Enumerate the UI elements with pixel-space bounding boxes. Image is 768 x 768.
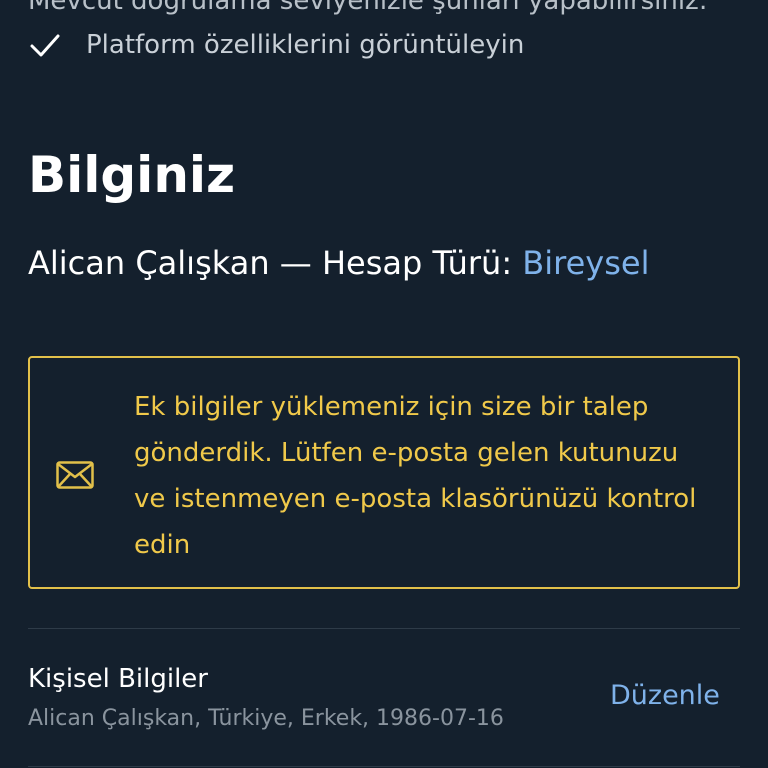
check-icon — [30, 34, 60, 57]
notice-box: Ek bilgiler yüklemeniz için size bir tal… — [28, 356, 740, 589]
notice-message: Ek bilgiler yüklemeniz için size bir tal… — [134, 392, 697, 560]
personal-info-summary: Alican Çalışkan, Türkiye, Erkek, 1986-07… — [28, 706, 504, 731]
account-type: Bireysel — [522, 244, 650, 282]
feature-label: Platform özelliklerini görüntüleyin — [86, 30, 525, 60]
account-line: Alican Çalışkan — Hesap Türü: Bireysel — [28, 244, 649, 282]
account-name: Alican Çalışkan — Hesap Türü: — [28, 244, 523, 282]
personal-info-title: Kişisel Bilgiler — [28, 664, 208, 694]
mail-icon — [56, 461, 94, 489]
section-title: Bilginiz — [28, 146, 236, 204]
edit-button[interactable]: Düzenle — [610, 680, 720, 711]
divider-bottom — [28, 766, 740, 767]
feature-item-platform: Platform özelliklerini görüntüleyin — [28, 28, 524, 62]
divider — [28, 628, 740, 629]
capabilities-intro: Mevcut doğrulama seviyenizle şunları yap… — [28, 0, 708, 16]
